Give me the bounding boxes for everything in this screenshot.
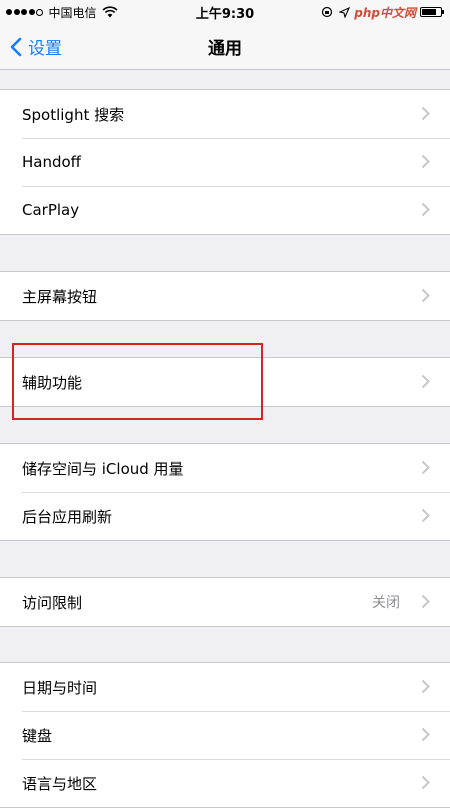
chevron-right-icon <box>421 106 430 121</box>
restrictions-status-value: 关闭 <box>372 595 400 611</box>
row-accessibility[interactable]: 辅助功能 <box>0 358 450 406</box>
settings-group-regional: 日期与时间 键盘 语言与地区 <box>0 662 450 808</box>
chevron-right-icon <box>421 202 430 217</box>
settings-group-search: Spotlight 搜索 Handoff CarPlay <box>0 89 450 235</box>
row-handoff[interactable]: Handoff <box>0 138 450 186</box>
row-label: CarPlay <box>22 201 80 219</box>
row-date-time[interactable]: 日期与时间 <box>0 663 450 711</box>
status-bar-right: php中文网 <box>315 0 444 24</box>
row-label: Handoff <box>22 153 82 171</box>
row-value-wrap: 关闭 <box>372 578 410 626</box>
chevron-right-icon <box>421 679 430 694</box>
chevron-right-icon <box>421 374 430 389</box>
row-label: 储存空间与 iCloud 用量 <box>22 459 184 478</box>
page-title: 通用 <box>208 39 242 59</box>
row-restrictions[interactable]: 访问限制 关闭 <box>0 578 450 626</box>
chevron-right-icon <box>421 727 430 742</box>
settings-group-accessibility: 辅助功能 <box>0 357 450 407</box>
watermark-text: php中文网 <box>354 5 416 20</box>
navigation-bar: 设置 通用 <box>0 24 450 70</box>
chevron-right-icon <box>421 508 430 523</box>
row-label: 后台应用刷新 <box>22 507 113 526</box>
chevron-right-icon <box>421 460 430 475</box>
chevron-right-icon <box>421 288 430 303</box>
row-background-refresh[interactable]: 后台应用刷新 <box>0 492 450 540</box>
row-label: 辅助功能 <box>22 373 83 392</box>
row-carplay[interactable]: CarPlay <box>0 186 450 234</box>
battery-icon <box>420 7 444 17</box>
chevron-right-icon <box>421 594 430 609</box>
status-bar: 中国电信 上午9:30 php中文网 <box>0 0 450 24</box>
chevron-right-icon <box>421 154 430 169</box>
location-icon <box>339 6 351 18</box>
row-label: Spotlight 搜索 <box>22 105 125 124</box>
row-spotlight-search[interactable]: Spotlight 搜索 <box>0 90 450 138</box>
row-home-button[interactable]: 主屏幕按钮 <box>0 272 450 320</box>
row-storage-icloud[interactable]: 储存空间与 iCloud 用量 <box>0 444 450 492</box>
row-label: 日期与时间 <box>22 678 98 697</box>
settings-group-restrictions: 访问限制 关闭 <box>0 577 450 627</box>
row-label: 主屏幕按钮 <box>22 287 98 306</box>
orientation-lock-icon <box>322 6 333 18</box>
row-keyboard[interactable]: 键盘 <box>0 711 450 759</box>
row-label: 语言与地区 <box>22 774 98 793</box>
chevron-right-icon <box>421 775 430 790</box>
row-label: 键盘 <box>22 726 53 745</box>
settings-group-storage: 储存空间与 iCloud 用量 后台应用刷新 <box>0 443 450 541</box>
settings-group-home-button: 主屏幕按钮 <box>0 271 450 321</box>
